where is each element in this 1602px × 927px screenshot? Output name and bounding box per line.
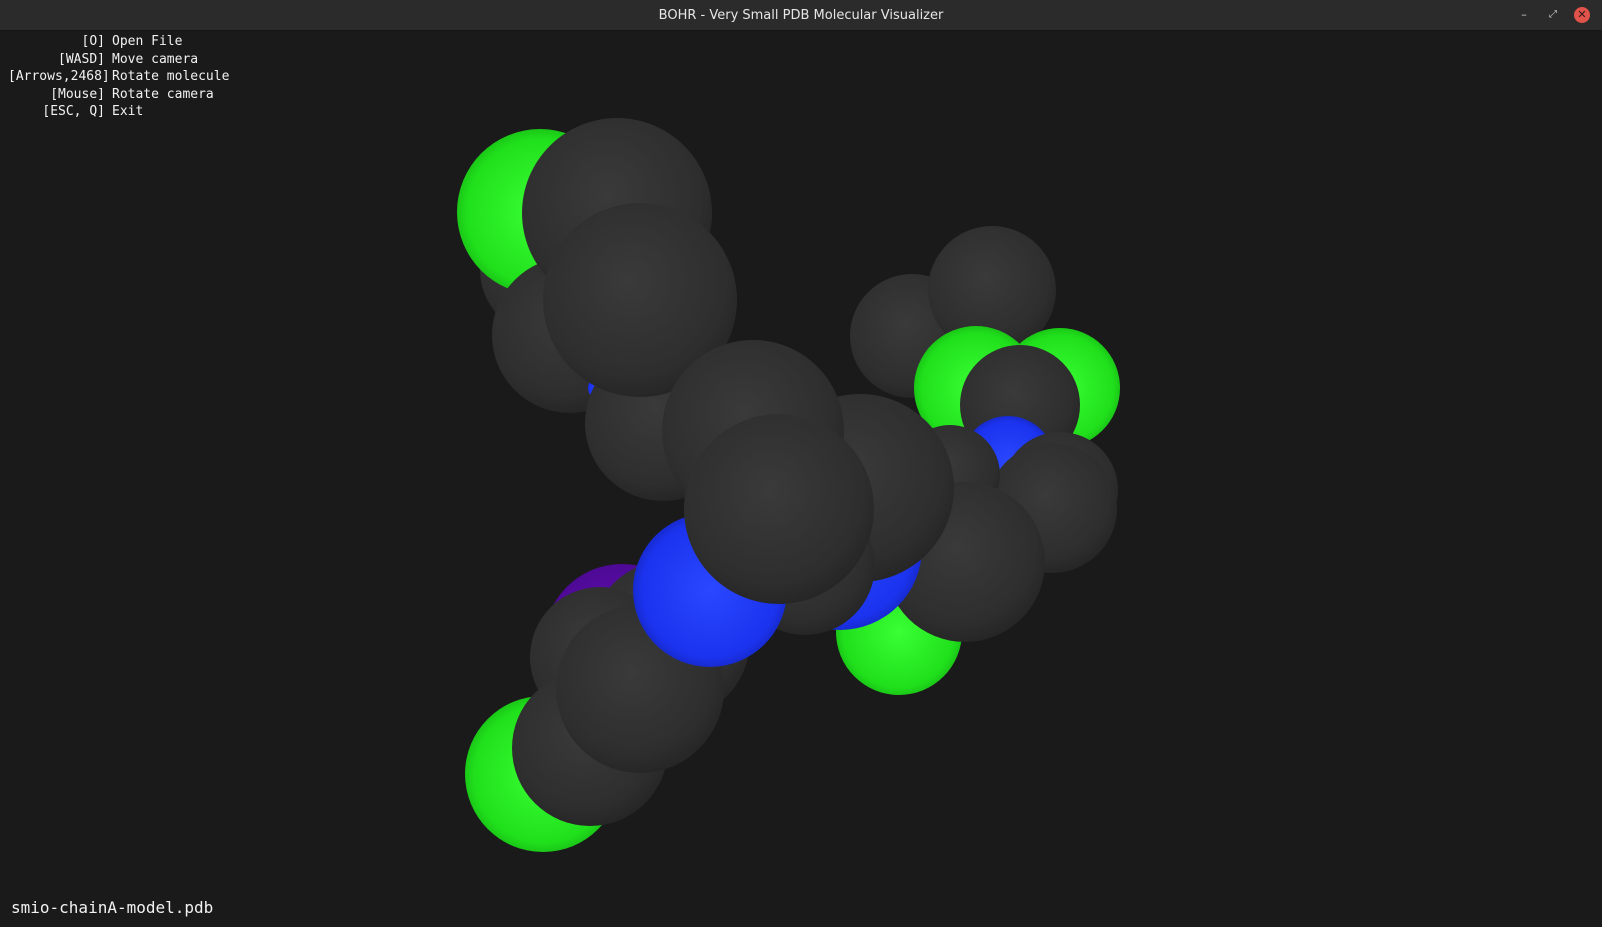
help-row-rotate-camera: [Mouse] Rotate camera [8, 86, 229, 104]
help-row-move-camera: [WASD] Move camera [8, 51, 229, 69]
molecule-viewport[interactable] [0, 31, 1602, 927]
help-row-exit: [ESC, Q] Exit [8, 103, 229, 121]
help-row-rotate-molecule: [Arrows,2468] Rotate molecule [8, 68, 229, 86]
app-window: BOHR - Very Small PDB Molecular Visualiz… [0, 0, 1602, 927]
help-key: [Mouse] [50, 86, 105, 102]
help-key: [Arrows,2468] [8, 69, 110, 84]
keyboard-help: [O] Open File [WASD] Move camera [Arrows,2… [8, 33, 229, 121]
help-desc: Rotate molecule [112, 69, 230, 84]
help-desc: Rotate camera [112, 86, 214, 102]
minimize-icon[interactable]: – [1516, 7, 1532, 23]
help-desc: Move camera [112, 51, 199, 67]
atom-carbon [684, 414, 874, 604]
help-key: [O] [81, 34, 105, 49]
help-desc: Exit [112, 104, 144, 119]
window-title: BOHR - Very Small PDB Molecular Visualiz… [658, 8, 944, 23]
loaded-file-name: smio-chainA-model.pdb [11, 898, 214, 917]
restore-icon[interactable]: ⤢ [1545, 7, 1561, 23]
help-row-open-file: [O] Open File [8, 33, 229, 51]
help-desc: Open File [112, 34, 183, 49]
title-bar[interactable]: BOHR - Very Small PDB Molecular Visualiz… [0, 0, 1602, 31]
molecule-render[interactable] [0, 31, 1602, 927]
help-key: [WASD] [58, 51, 105, 67]
close-icon[interactable]: ✕ [1574, 7, 1590, 23]
help-key: [ESC, Q] [42, 104, 105, 119]
